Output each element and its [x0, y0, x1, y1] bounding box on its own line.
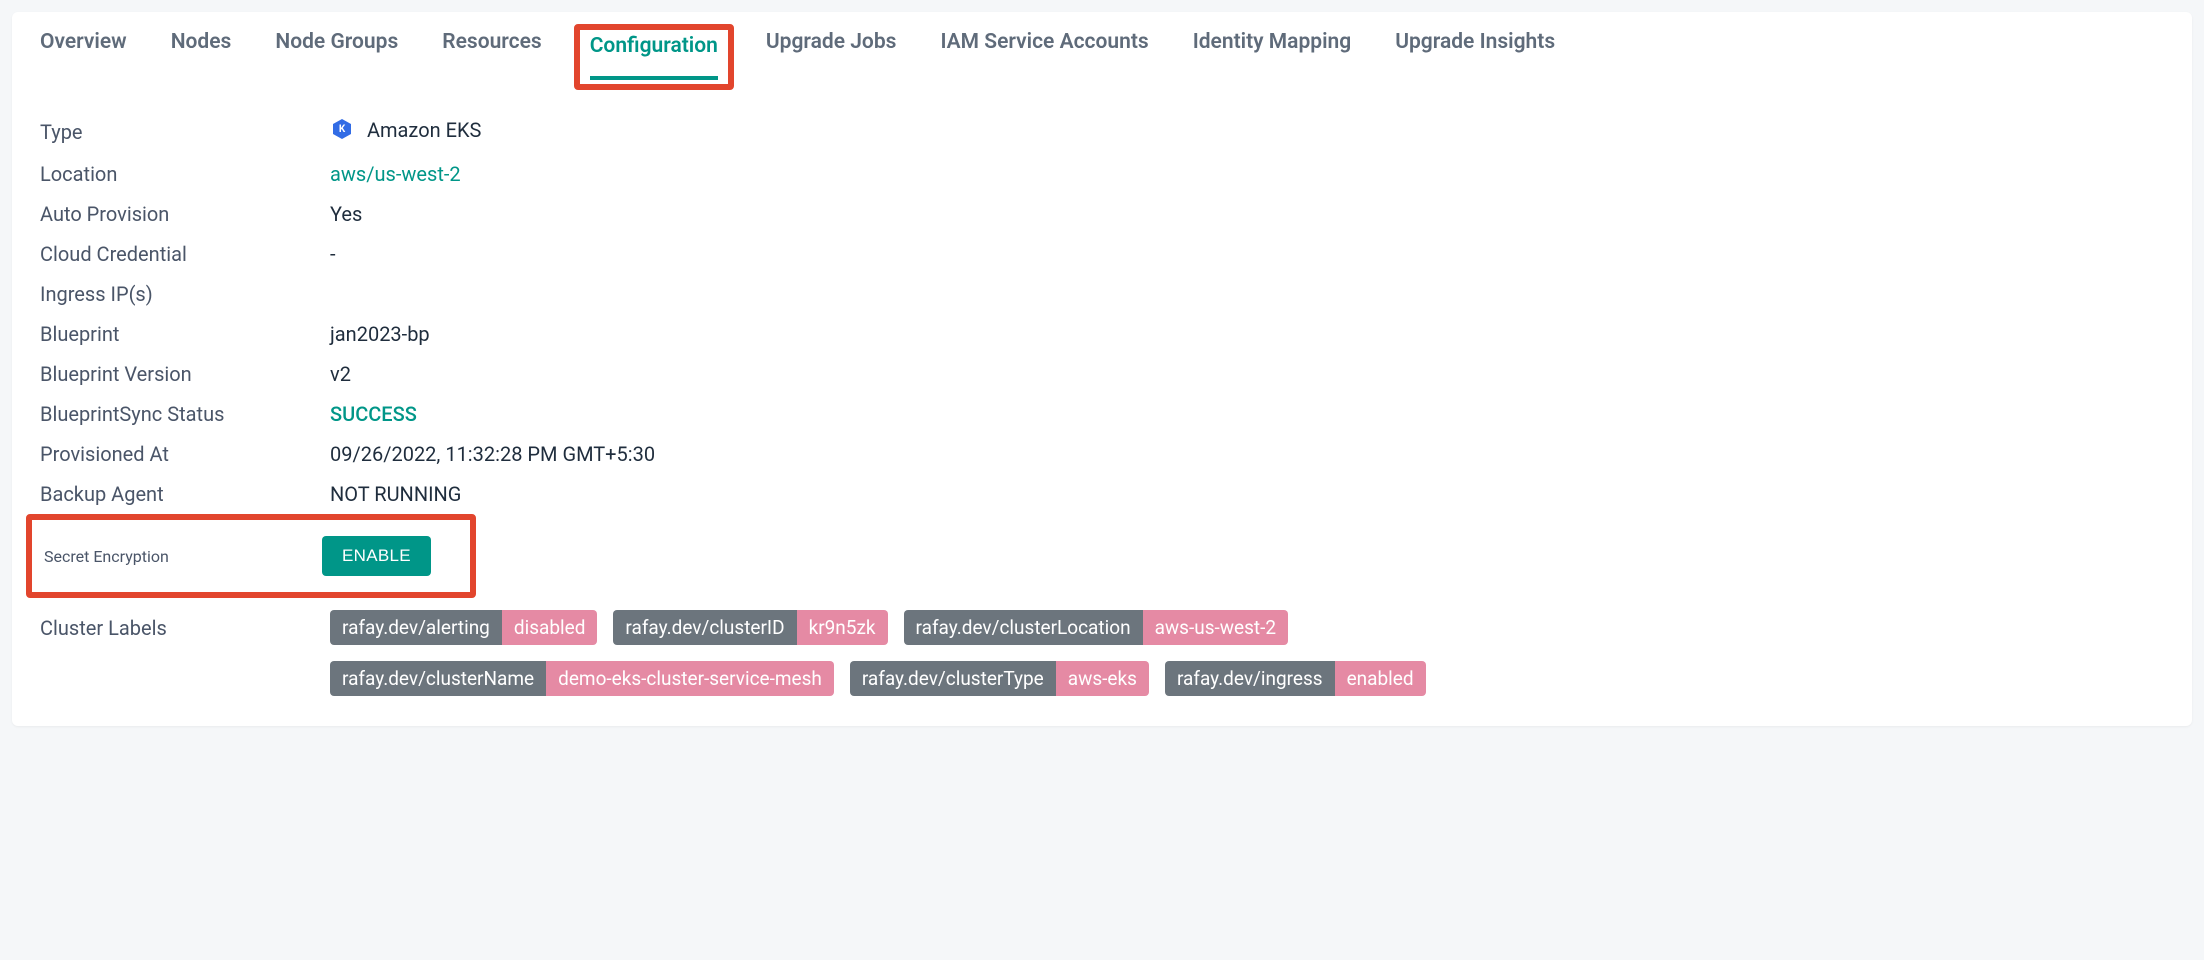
- chip-key: rafay.dev/clusterType: [850, 661, 1056, 696]
- label-secret-encryption: Secret Encryption: [44, 547, 322, 566]
- chip-ingress: rafay.dev/ingress enabled: [1165, 661, 1426, 696]
- tab-bar: Overview Nodes Node Groups Resources Con…: [12, 12, 2192, 85]
- label-auto-provision: Auto Provision: [40, 202, 330, 226]
- enable-secret-encryption-button[interactable]: ENABLE: [322, 536, 431, 576]
- label-ingress-ips: Ingress IP(s): [40, 282, 330, 306]
- chip-cluster-name: rafay.dev/clusterName demo-eks-cluster-s…: [330, 661, 834, 696]
- kubernetes-icon: K: [330, 117, 354, 146]
- value-auto-provision: Yes: [330, 202, 362, 226]
- row-backup-agent: Backup Agent NOT RUNNING: [40, 474, 2164, 514]
- tab-upgrade-insights[interactable]: Upgrade Insights: [1395, 30, 1555, 84]
- tab-overview[interactable]: Overview: [40, 30, 127, 84]
- label-backup-agent: Backup Agent: [40, 482, 330, 506]
- chip-key: rafay.dev/clusterID: [613, 610, 796, 645]
- tab-identity-mapping[interactable]: Identity Mapping: [1193, 30, 1352, 84]
- label-location: Location: [40, 162, 330, 186]
- label-cluster-labels: Cluster Labels: [40, 610, 330, 640]
- highlight-secret-encryption: Secret Encryption ENABLE: [26, 514, 476, 598]
- tab-node-groups[interactable]: Node Groups: [275, 30, 398, 84]
- label-type: Type: [40, 120, 330, 144]
- value-type: K Amazon EKS: [330, 117, 481, 146]
- tab-nodes[interactable]: Nodes: [171, 30, 232, 84]
- value-location[interactable]: aws/us-west-2: [330, 162, 461, 186]
- chip-cluster-id: rafay.dev/clusterID kr9n5zk: [613, 610, 887, 645]
- svg-text:K: K: [339, 124, 346, 135]
- label-provisioned-at: Provisioned At: [40, 442, 330, 466]
- row-cloud-credential: Cloud Credential -: [40, 234, 2164, 274]
- label-blueprint-sync: BlueprintSync Status: [40, 402, 330, 426]
- value-blueprint-version: v2: [330, 362, 351, 386]
- row-blueprint-version: Blueprint Version v2: [40, 354, 2164, 394]
- label-cloud-credential: Cloud Credential: [40, 242, 330, 266]
- chip-cluster-location: rafay.dev/clusterLocation aws-us-west-2: [904, 610, 1289, 645]
- tab-iam-service-accounts[interactable]: IAM Service Accounts: [940, 30, 1148, 84]
- cluster-labels-row-2: rafay.dev/clusterName demo-eks-cluster-s…: [330, 661, 2164, 696]
- value-provisioned-at: 09/26/2022, 11:32:28 PM GMT+5:30: [330, 442, 655, 466]
- label-blueprint-version: Blueprint Version: [40, 362, 330, 386]
- config-content: Type K Amazon EKS Location aws/us-west-2…: [12, 85, 2192, 696]
- chip-alerting: rafay.dev/alerting disabled: [330, 610, 597, 645]
- chip-value: aws-us-west-2: [1143, 610, 1289, 645]
- tab-resources[interactable]: Resources: [442, 30, 541, 84]
- chip-value: kr9n5zk: [797, 610, 888, 645]
- row-auto-provision: Auto Provision Yes: [40, 194, 2164, 234]
- row-blueprint: Blueprint jan2023-bp: [40, 314, 2164, 354]
- chip-key: rafay.dev/clusterName: [330, 661, 546, 696]
- label-blueprint: Blueprint: [40, 322, 330, 346]
- chip-value: disabled: [502, 610, 598, 645]
- row-location: Location aws/us-west-2: [40, 154, 2164, 194]
- row-type: Type K Amazon EKS: [40, 109, 2164, 154]
- value-backup-agent: NOT RUNNING: [330, 482, 461, 506]
- chip-value: enabled: [1335, 661, 1426, 696]
- config-panel: Overview Nodes Node Groups Resources Con…: [12, 12, 2192, 726]
- value-type-text: Amazon EKS: [367, 118, 481, 142]
- chip-key: rafay.dev/alerting: [330, 610, 502, 645]
- value-blueprint-sync: SUCCESS: [330, 402, 417, 426]
- row-blueprint-sync: BlueprintSync Status SUCCESS: [40, 394, 2164, 434]
- cluster-labels-container: rafay.dev/alerting disabled rafay.dev/cl…: [330, 610, 2164, 696]
- tab-upgrade-jobs[interactable]: Upgrade Jobs: [766, 30, 897, 84]
- value-cloud-credential: -: [330, 242, 336, 266]
- tab-configuration[interactable]: Configuration: [590, 34, 718, 80]
- row-cluster-labels: Cluster Labels rafay.dev/alerting disabl…: [40, 598, 2164, 696]
- cluster-labels-row-1: rafay.dev/alerting disabled rafay.dev/cl…: [330, 610, 2164, 645]
- chip-key: rafay.dev/clusterLocation: [904, 610, 1143, 645]
- value-blueprint: jan2023-bp: [330, 322, 430, 346]
- chip-value: aws-eks: [1056, 661, 1149, 696]
- chip-cluster-type: rafay.dev/clusterType aws-eks: [850, 661, 1149, 696]
- row-provisioned-at: Provisioned At 09/26/2022, 11:32:28 PM G…: [40, 434, 2164, 474]
- highlight-configuration-tab: Configuration: [574, 24, 734, 90]
- chip-key: rafay.dev/ingress: [1165, 661, 1335, 696]
- chip-value: demo-eks-cluster-service-mesh: [546, 661, 834, 696]
- row-ingress-ips: Ingress IP(s): [40, 274, 2164, 314]
